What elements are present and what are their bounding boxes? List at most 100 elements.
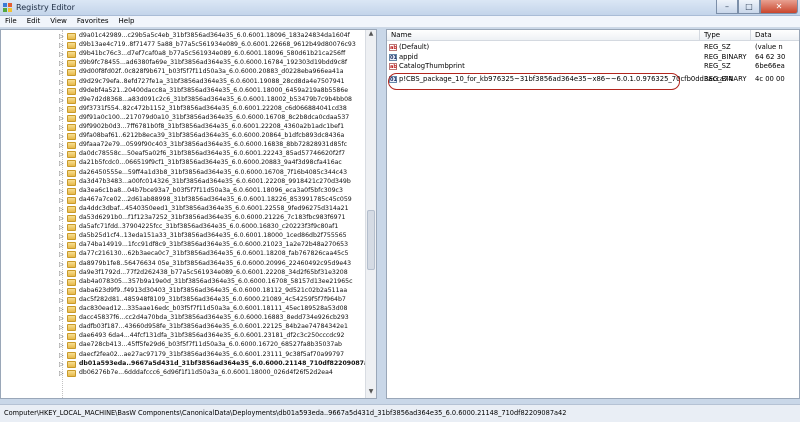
expand-icon[interactable]: ▷: [59, 197, 64, 204]
expand-icon[interactable]: ▷: [59, 124, 64, 131]
tree-item[interactable]: ▷ d9fa08baf61..6212b8eca39_31bf3856ad364e…: [1, 132, 367, 141]
column-header-type[interactable]: Type: [700, 30, 751, 41]
tree-item[interactable]: ▷ da467a7ce02...2d61ab88998_31bf3856ad364…: [1, 196, 367, 205]
expand-icon[interactable]: ▷: [59, 306, 64, 313]
tree-item[interactable]: ▷ d9b13ae4c719..8f71477 5a88_b77a5c561934…: [1, 41, 367, 50]
tree-item[interactable]: ▷ d9b9fc78455...ad6380fa69e_31bf3856ad364…: [1, 59, 367, 68]
tree-item[interactable]: ▷ da0dc78558c...50eaf5a02f6_31bf3856ad364…: [1, 150, 367, 159]
tree-item[interactable]: ▷ da9e3f1792d...77f2d262438_b77a5c561934e…: [1, 269, 367, 278]
expand-icon[interactable]: ▷: [59, 251, 64, 258]
expand-icon[interactable]: ▷: [59, 69, 64, 76]
scroll-up-icon[interactable]: ▲: [366, 30, 376, 40]
expand-icon[interactable]: ▷: [59, 206, 64, 213]
expand-icon[interactable]: ▷: [59, 288, 64, 295]
expand-icon[interactable]: ▷: [59, 60, 64, 67]
column-header-data[interactable]: Data: [751, 30, 799, 41]
scroll-down-icon[interactable]: ▼: [366, 388, 376, 398]
tree-item[interactable]: ▷ d9f9902b0d3...7ff6781b0f8_31bf3856ad364…: [1, 123, 367, 132]
tree-item[interactable]: ▷ d9a01c42989...c29b5a5c4eb_31bf3856ad364…: [1, 32, 367, 41]
expand-icon[interactable]: ▷: [59, 79, 64, 86]
expand-icon[interactable]: ▷: [59, 224, 64, 231]
menu-edit[interactable]: Edit: [22, 16, 46, 27]
scroll-thumb[interactable]: [367, 210, 375, 270]
expand-icon[interactable]: ▷: [59, 33, 64, 40]
expand-icon[interactable]: ▷: [59, 51, 64, 58]
maximize-button[interactable]: □: [738, 0, 760, 14]
menu-favorites[interactable]: Favorites: [72, 16, 114, 27]
tree-item[interactable]: ▷ d9f3731f554..82c472b1152_31bf3856ad364e…: [1, 105, 367, 114]
expand-icon[interactable]: ▷: [59, 160, 64, 167]
menu-file[interactable]: File: [0, 16, 22, 27]
menu-view[interactable]: View: [45, 16, 72, 27]
expand-icon[interactable]: ▷: [59, 361, 64, 368]
tree-scrollbar[interactable]: ▲ ▼: [365, 30, 376, 398]
expand-icon[interactable]: ▷: [59, 342, 64, 349]
expand-icon[interactable]: ▷: [59, 315, 64, 322]
close-button[interactable]: ✕: [760, 0, 798, 14]
expand-icon[interactable]: ▷: [59, 279, 64, 286]
expand-icon[interactable]: ▷: [59, 215, 64, 222]
values-pane[interactable]: Name Type Data ab (Default) REG_SZ (value n…: [386, 29, 800, 399]
tree-item[interactable]: ▷ db01a593eda..9667a5d431d_31bf3856ad364e…: [1, 360, 376, 369]
tree-item[interactable]: ▷ dadfb03f187...43660d958fe_31bf3856ad364…: [1, 323, 367, 332]
tree-item[interactable]: ▷ da3ea6c1ba8...04b7bce93a7_b03f5f7f11d50…: [1, 187, 367, 196]
tree-item[interactable]: ▷ d9b41bc76c3...d7ef7caf0a8_b77a5c561934e…: [1, 50, 367, 59]
tree-item[interactable]: ▷ dacc45837f6...cc2d4a70bda_31bf3856ad364…: [1, 314, 367, 323]
tree-item[interactable]: ▷ d9e7d2d8368...a83d091c2c6_31bf3856ad364…: [1, 96, 367, 105]
tree-item[interactable]: ▷ dae6493 6da4...44fcf131dfa_31bf3856ad36…: [1, 332, 367, 341]
tree-item[interactable]: ▷ da8979b1fe8..56476634 05e_31bf3856ad364…: [1, 260, 367, 269]
tree-item[interactable]: ▷ dae728cb413...45ff5fe29d6_b03f5f7f11d50…: [1, 341, 367, 350]
registry-tree-pane[interactable]: ▷ d9a01c42989...c29b5a5c4eb_31bf3856ad364…: [0, 29, 377, 399]
expand-icon[interactable]: ▷: [59, 261, 64, 268]
expand-icon[interactable]: ▷: [59, 106, 64, 113]
expand-icon[interactable]: ▷: [59, 270, 64, 277]
expand-icon[interactable]: ▷: [59, 142, 64, 149]
expand-icon[interactable]: ▷: [59, 88, 64, 95]
tree-item[interactable]: ▷ da4ddc3dbaf...4540350eed1_31bf3856ad364…: [1, 205, 367, 214]
tree-item[interactable]: ▷ da53d6291b0...f1f123a7252_31bf3856ad364…: [1, 214, 367, 223]
value-row[interactable]: ab CatalogThumbprint REG_SZ 6bе66ea: [387, 62, 799, 71]
tree-item[interactable]: ▷ da21b5fcdc0...066519f9cf1_31bf3856ad364…: [1, 159, 367, 168]
expand-icon[interactable]: ▷: [59, 170, 64, 177]
expand-icon[interactable]: ▷: [59, 324, 64, 331]
tree-item[interactable]: ▷ daba623d9f9..f4913d30403_31bf3856ad364e…: [1, 287, 367, 296]
tree-item[interactable]: ▷ d9faaa72e79...0599f90c403_31bf3856ad364…: [1, 141, 367, 150]
tree-item[interactable]: ▷ d9debf4a521..20400dacc8a_31bf3856ad364e…: [1, 87, 367, 96]
menu-help[interactable]: Help: [114, 16, 140, 27]
expand-icon[interactable]: ▷: [59, 188, 64, 195]
tree-item[interactable]: ▷ da77c216130...62b3aeca0c7_31bf3856ad364…: [1, 250, 367, 259]
tree-item[interactable]: ▷ d9f91a0c100...217079d0a10_31bf3856ad364…: [1, 114, 367, 123]
expand-icon[interactable]: ▷: [59, 133, 64, 140]
expand-icon[interactable]: ▷: [59, 179, 64, 186]
minimize-button[interactable]: –: [716, 0, 738, 14]
expand-icon[interactable]: ▷: [59, 42, 64, 49]
tree-item[interactable]: ▷ da3d47b3483...a00fc014326_31bf3856ad364…: [1, 178, 367, 187]
expand-icon[interactable]: ▷: [59, 333, 64, 340]
expand-icon[interactable]: ▷: [59, 115, 64, 122]
tree-item[interactable]: ▷ d9d29c79efa..8efd727fe1a_31bf3856ad364e…: [1, 78, 367, 87]
expand-icon[interactable]: ▷: [59, 297, 64, 304]
tree-item[interactable]: ▷ daecf2fea02...ae27ac97179_31bf3856ad364…: [1, 351, 367, 360]
tree-item[interactable]: ▷ da74ba14919...1fcc91df8c9_31bf3856ad364…: [1, 241, 367, 250]
tree-item[interactable]: ▷ da26450555e...59ff4a1d3b8_31bf3856ad364…: [1, 169, 367, 178]
tree-item[interactable]: ▷ d9d00f8fd02f..0c828f9b671_b03f5f7f11d50…: [1, 68, 367, 77]
tree-item[interactable]: ▷ dac830ead12...335aae16edc_b03f5f7f11d50…: [1, 305, 367, 314]
tree-item[interactable]: ▷ dac5f282d81..485948f8109_31bf3856ad364e…: [1, 296, 367, 305]
expand-icon[interactable]: ▷: [59, 151, 64, 158]
tree-item[interactable]: ▷ dab4a078305...357b9a19e0d_31bf3856ad364…: [1, 278, 367, 287]
tree-item[interactable]: ▷ db06276b7e...6dddafccc6_6d96f1f11d50a3a…: [1, 369, 367, 378]
expand-icon[interactable]: ▷: [59, 352, 64, 359]
tree-item-label: d9e7d2d8368...a83d091c2c6_31bf3856ad364e…: [79, 95, 352, 103]
value-data: (value n: [755, 43, 783, 51]
expand-icon[interactable]: ▷: [59, 97, 64, 104]
tree-item[interactable]: ▷ da5afc71fdd..37904225fcc_31bf3856ad364e…: [1, 223, 367, 232]
column-header-name[interactable]: Name: [387, 30, 700, 41]
folder-icon: [67, 78, 76, 86]
expand-icon[interactable]: ▷: [59, 242, 64, 249]
expand-icon[interactable]: ▷: [59, 233, 64, 240]
expand-icon[interactable]: ▷: [59, 370, 64, 377]
tree-item[interactable]: ▷ da5b25d1cf4..13eda151a33_31bf3856ad364e…: [1, 232, 367, 241]
value-row[interactable]: 01 appid REG_BINARY 64 62 30: [387, 53, 799, 62]
value-row[interactable]: ab (Default) REG_SZ (value n: [387, 43, 799, 52]
tree-item-label: daba623d9f9..f4913d30403_31bf3856ad364e3…: [79, 286, 348, 294]
